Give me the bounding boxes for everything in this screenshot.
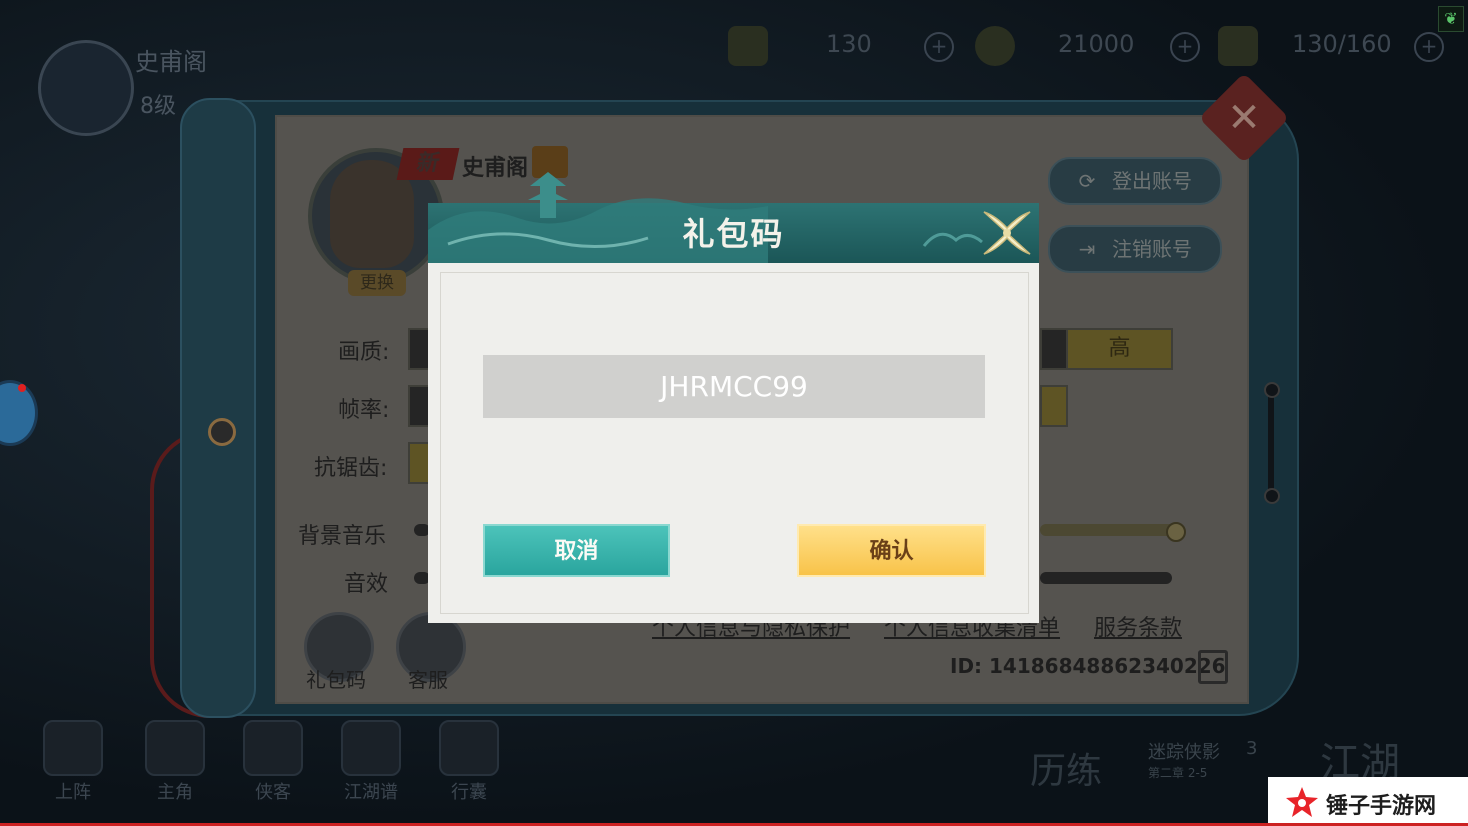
notification-dot [18,384,26,392]
scrollbar-top-dot [1264,382,1280,398]
leaf-icon[interactable]: ❦ [1438,6,1464,32]
stamina-icon [728,26,768,66]
add-stamina-button[interactable]: + [924,32,954,62]
framerate-label: 帧率: [338,398,390,423]
lineup-icon [43,720,103,776]
dialog-close-icon[interactable] [980,206,1034,260]
lilian-button[interactable]: 历练 [1030,742,1102,794]
nav-companions-label: 侠客 [255,782,291,803]
quality-option-high[interactable]: 高 [1066,328,1173,370]
close-icon: ✕ [1227,95,1261,141]
sfx-slider-right[interactable] [1040,572,1172,584]
gift-code-input[interactable] [483,355,985,418]
nav-jianghu-book-label: 江湖谱 [344,782,398,803]
food-icon [1218,26,1258,66]
add-food-button[interactable]: + [1414,32,1444,62]
watermark-text: 锤子手游网 [1326,794,1437,819]
nav-bag-label: 行囊 [451,782,487,803]
player-name: 史甫阁 [135,48,207,76]
music-slider-knob[interactable] [1166,522,1186,542]
stage-sub: 第二章 2-5 [1148,766,1208,780]
stage-name: 迷踪侠影 [1148,742,1220,763]
nav-lineup[interactable]: 上阵 [38,720,108,803]
exit-icon: ⇥ [1078,237,1096,261]
nav-hero[interactable]: 主角 [140,720,210,803]
coin-icon [975,26,1015,66]
nav-companions[interactable]: 侠客 [238,720,308,803]
hero-icon [145,720,205,776]
copy-icon[interactable] [1198,650,1228,684]
confirm-button[interactable]: 确认 [797,524,986,577]
nav-lineup-label: 上阵 [55,782,91,803]
book-icon [341,720,401,776]
nav-jianghu-book[interactable]: 江湖谱 [336,720,406,803]
quality-label: 画质: [338,340,390,365]
star-logo-icon [1286,787,1318,817]
add-coins-button[interactable]: + [1170,32,1200,62]
scrollbar-bottom-dot [1264,488,1280,504]
gift-code-label: 礼包码 [306,668,366,692]
delete-account-label: 注销账号 [1112,237,1192,261]
nav-hero-label: 主角 [157,782,193,803]
resource-coins: 21000 [1058,30,1135,58]
terms-link[interactable]: 服务条款 [1094,610,1182,642]
logout-label: 登出账号 [1112,169,1192,193]
scroll-ring [208,418,236,446]
nav-bag[interactable]: 行囊 [434,720,504,803]
logout-button[interactable]: ⟳ 登出账号 [1048,157,1222,205]
change-avatar-button[interactable]: 更换 [348,270,406,296]
dialog-title: 礼包码 [682,215,785,253]
framerate-option-high[interactable] [1040,385,1068,427]
delete-account-button[interactable]: ⇥ 注销账号 [1048,225,1222,273]
scroll-roll [180,98,256,718]
scrollbar[interactable] [1268,385,1274,497]
support-label: 客服 [408,668,448,692]
player-avatar[interactable] [38,40,134,136]
resource-stamina: 130 [826,30,872,58]
user-id: ID: 14186848862340226 [950,654,1226,678]
resource-food: 130/160 [1292,30,1392,58]
stage-count: 3 [1246,738,1258,759]
music-label: 背景音乐 [298,524,387,549]
sfx-label: 音效 [344,572,389,597]
player-level: 8级 [140,94,176,119]
bag-icon [439,720,499,776]
music-slider-fill[interactable] [1040,524,1176,536]
antialias-label: 抗锯齿: [314,456,388,481]
companions-icon [243,720,303,776]
refresh-icon: ⟳ [1078,169,1096,193]
cancel-button[interactable]: 取消 [483,524,670,577]
